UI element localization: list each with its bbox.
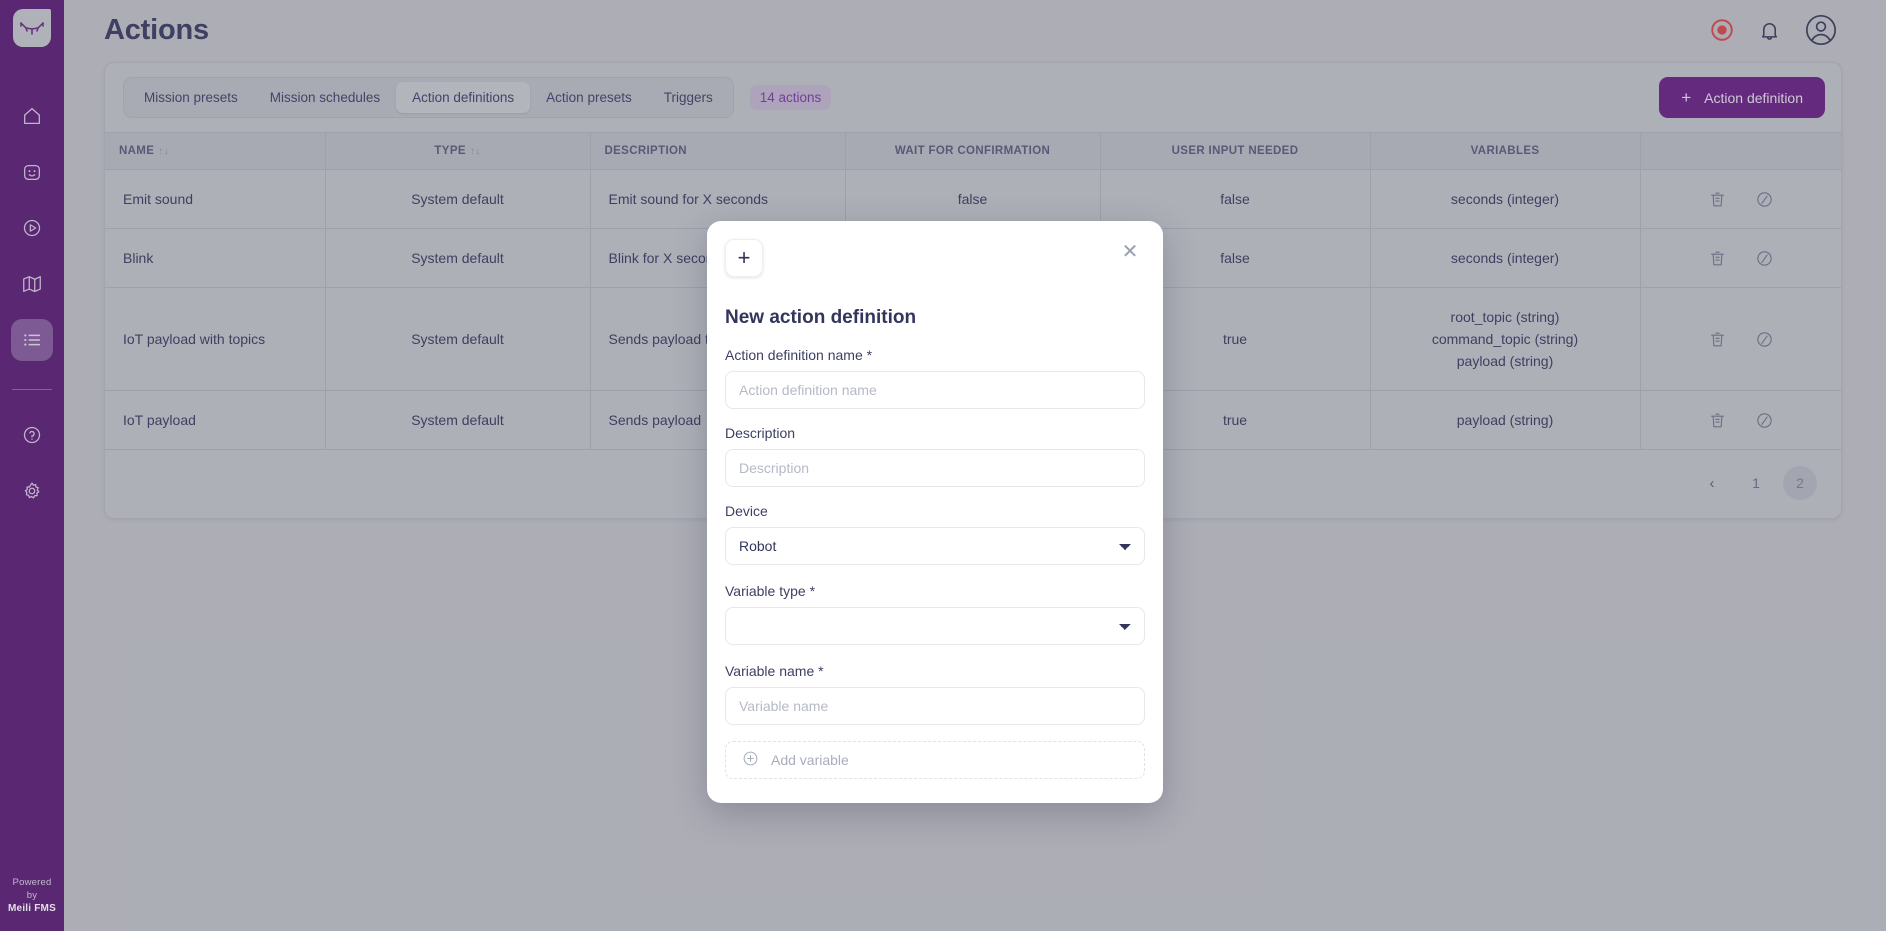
label-device: Device <box>725 503 768 519</box>
new-action-definition-modal: + ✕ New action definition Action definit… <box>707 221 1163 803</box>
close-icon[interactable]: ✕ <box>1117 239 1143 265</box>
label-action-definition-name: Action definition name * <box>725 347 873 363</box>
field-description: Description <box>725 425 1145 487</box>
plus-circle-icon <box>742 750 759 770</box>
add-variable-button[interactable]: Add variable <box>725 741 1145 779</box>
plus-icon[interactable]: + <box>725 239 763 277</box>
add-variable-label: Add variable <box>771 752 849 768</box>
variable-name-input[interactable] <box>725 687 1145 725</box>
field-device: Device Robot <box>725 503 1145 565</box>
label-variable-name: Variable name * <box>725 663 824 679</box>
action-definition-name-input[interactable] <box>725 371 1145 409</box>
modal-header: + ✕ <box>725 239 1145 295</box>
field-action-definition-name: Action definition name * <box>725 347 1145 409</box>
label-variable-type: Variable type * <box>725 583 816 599</box>
field-variable-name: Variable name * <box>725 663 1145 725</box>
description-input[interactable] <box>725 449 1145 487</box>
variable-type-select[interactable] <box>725 607 1145 645</box>
app-root: Powered by Meili FMS Actions Mission pre… <box>0 0 1886 931</box>
modal-title: New action definition <box>725 307 917 328</box>
field-variable-type: Variable type * <box>725 583 1145 645</box>
label-description: Description <box>725 425 796 441</box>
device-select[interactable]: Robot <box>725 527 1145 565</box>
